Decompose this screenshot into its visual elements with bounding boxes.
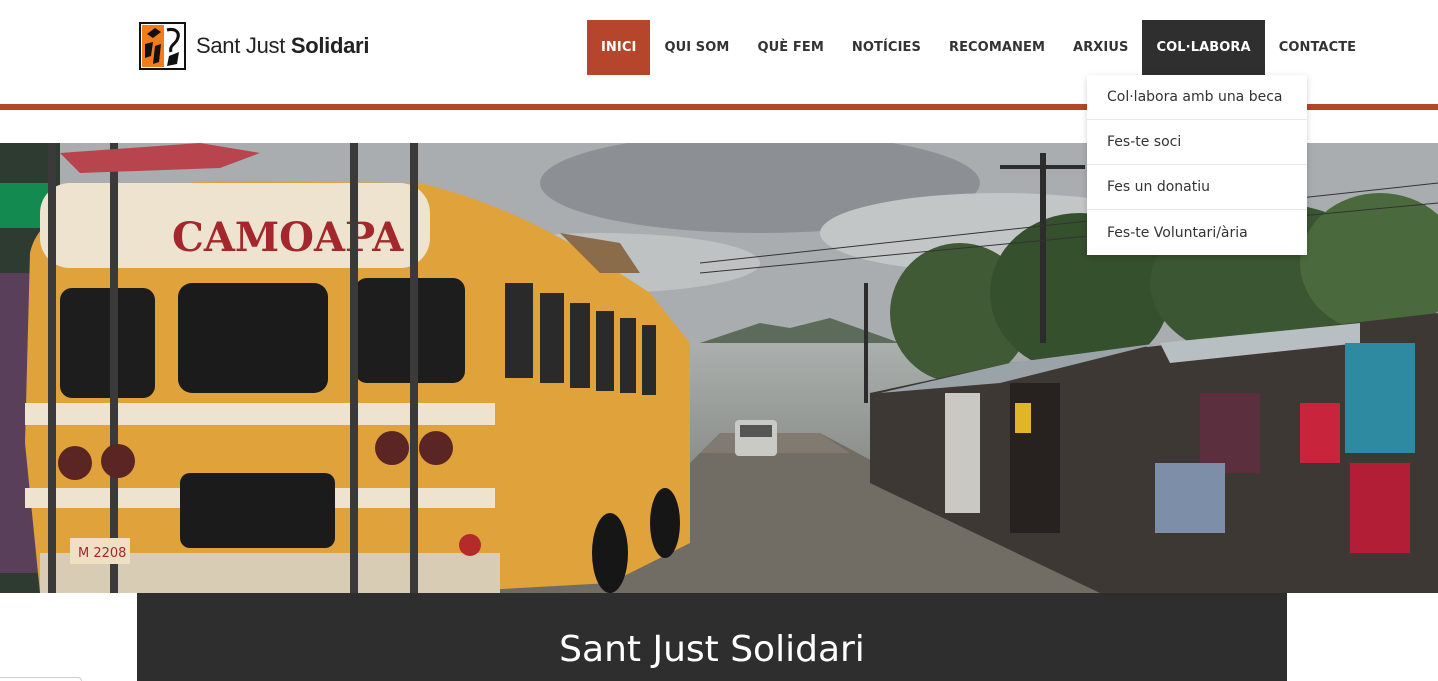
bus-license-plate: M 2208 — [78, 546, 126, 561]
nav-item-arxius[interactable]: ARXIUS — [1059, 20, 1142, 75]
page-title-band: Sant Just Solidari — [137, 593, 1287, 681]
nav-item-que-fem[interactable]: QUÈ FEM — [743, 20, 837, 75]
nav-item-qui-som[interactable]: QUI SOM — [650, 20, 743, 75]
logo-name-regular: Sant Just — [196, 33, 286, 58]
collabora-dropdown-menu: Col·labora amb una beca Fes-te soci Fes … — [1087, 75, 1307, 255]
dropdown-item-fes-donatiu[interactable]: Fes un donatiu — [1087, 165, 1307, 210]
page-title: Sant Just Solidari — [559, 629, 865, 670]
logo-text: Sant Just Solidari — [196, 33, 369, 59]
dropdown-item-voluntari[interactable]: Fes-te Voluntari/ària — [1087, 210, 1307, 255]
nav-item-noticies[interactable]: NOTÍCIES — [838, 20, 935, 75]
nav-item-contacte[interactable]: CONTACTE — [1265, 20, 1370, 75]
main-nav: INICI QUI SOM QUÈ FEM NOTÍCIES RECOMANEM… — [587, 20, 1370, 75]
logo-name-bold: Solidari — [290, 33, 370, 58]
bus-destination-sign: CAMOAPA — [172, 214, 404, 261]
nav-item-collabora[interactable]: COL·LABORA — [1142, 20, 1265, 75]
dropdown-item-collabora-beca[interactable]: Col·labora amb una beca — [1087, 75, 1307, 120]
sant-just-solidari-logo-icon — [139, 22, 186, 70]
site-logo[interactable]: Sant Just Solidari — [139, 22, 369, 70]
nav-item-recomanem[interactable]: RECOMANEM — [935, 20, 1059, 75]
nav-item-inici[interactable]: INICI — [587, 20, 651, 75]
bottom-left-widget-edge — [0, 677, 82, 681]
dropdown-item-fes-te-soci[interactable]: Fes-te soci — [1087, 120, 1307, 165]
